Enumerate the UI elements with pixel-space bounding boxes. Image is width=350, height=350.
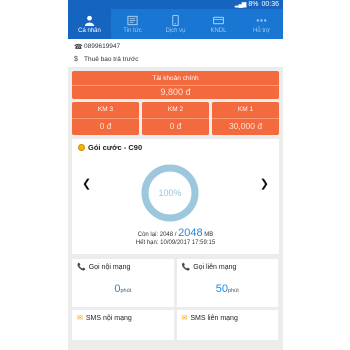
main-account-value: 9,800 đ xyxy=(72,85,279,99)
cell-title: SMS liên mạng xyxy=(190,314,238,322)
mail-icon: ✉ xyxy=(77,315,83,322)
clock: 00:36 xyxy=(261,1,279,8)
phone-handset-icon: ☎ xyxy=(74,43,83,51)
card-icon xyxy=(213,15,224,26)
tab-dich-vu[interactable]: Dịch vụ xyxy=(154,9,197,39)
tab-label: Dịch vụ xyxy=(165,27,186,34)
cell-title: Gọi nội mạng xyxy=(88,263,131,271)
main-account-label: Tài khoản chính xyxy=(152,75,199,82)
chevron-right-icon[interactable]: ❯ xyxy=(260,177,269,190)
km-value: 0 đ xyxy=(72,118,139,133)
account-info: ☎ 0899619947 $ Thuê bao trả trước xyxy=(68,39,283,67)
news-icon xyxy=(127,15,138,26)
tab-label: Cá nhân xyxy=(78,27,101,34)
battery-level: 8% xyxy=(248,1,259,8)
coin-icon xyxy=(78,144,85,151)
tab-label: Tin tức xyxy=(123,27,142,34)
cell-title: SMS nội mạng xyxy=(85,314,132,322)
data-plan-card: Gói cước - C90 ❮ ❯ 100% Còn lại: 2048 / … xyxy=(72,139,279,254)
km3-card[interactable]: KM 3 0 đ xyxy=(72,102,139,135)
call-onnet-card[interactable]: 📞 Gọi nội mạng 0phút xyxy=(72,259,174,307)
phone-call-icon: 📞 xyxy=(77,264,86,271)
more-icon xyxy=(256,15,267,26)
tab-kndl[interactable]: KNDL xyxy=(197,9,240,39)
remaining-total: 2048 xyxy=(178,227,203,239)
plan-title: Gói cước - C90 xyxy=(72,139,279,156)
sms-offnet-card[interactable]: ✉ SMS liên mạng xyxy=(176,310,278,340)
tab-label: KNDL xyxy=(210,27,227,34)
km-label: KM 3 xyxy=(97,106,114,113)
remaining-prefix: Còn lại: 2048 / xyxy=(137,232,177,238)
phone-icon xyxy=(170,14,181,26)
tab-tin-tuc[interactable]: Tin tức xyxy=(111,9,154,39)
km2-card[interactable]: KM 2 0 đ xyxy=(142,102,209,135)
call-offnet-card[interactable]: 📞 Gọi liên mạng 50phút xyxy=(176,259,279,307)
status-bar: ▂▄▆ 8% 00:36 xyxy=(68,0,283,9)
subscription-row: $ Thuê bao trả trước xyxy=(74,53,277,66)
top-nav: Cá nhân Tin tức Dịch vụ KNDL Hỗ trợ xyxy=(68,9,283,39)
cell-title: Gọi liên mạng xyxy=(193,263,237,271)
promo-accounts: KM 3 0 đ KM 2 0 đ KM 1 30,000 đ xyxy=(72,102,279,135)
app-screen: ▂▄▆ 8% 00:36 Cá nhân Tin tức Dịch vụ KND… xyxy=(68,0,283,350)
subscription-type: Thuê bao trả trước xyxy=(84,56,139,63)
mail-icon: ✉ xyxy=(181,315,188,322)
dollar-icon: $ xyxy=(74,56,78,63)
signal-icon: ▂▄▆ xyxy=(234,2,247,8)
tab-ca-nhan[interactable]: Cá nhân xyxy=(68,9,111,39)
main-account-card[interactable]: Tài khoản chính 9,800 đ xyxy=(72,71,279,99)
km-label: KM 2 xyxy=(167,106,184,113)
km1-card[interactable]: KM 1 30,000 đ xyxy=(212,102,279,135)
usage-grid: 📞 Gọi nội mạng 0phút 📞 Gọi liên mạng 50p… xyxy=(72,259,279,340)
usage-percent: 100% xyxy=(158,188,182,198)
tab-label: Hỗ trợ xyxy=(253,27,270,34)
value-unit: phút xyxy=(120,288,132,294)
phone-row: ☎ 0899619947 xyxy=(74,40,277,53)
km-label: KM 1 xyxy=(237,106,254,113)
phone-number: 0899619947 xyxy=(84,43,121,50)
remaining-unit: MB xyxy=(204,232,214,238)
cell-value: 0phút xyxy=(72,283,174,295)
expiry-date: Hết hạn: 10/09/2017 17:59:15 xyxy=(135,240,216,246)
value-number: 50 xyxy=(215,283,229,295)
km-value: 30,000 đ xyxy=(212,118,279,133)
plan-name: Gói cước - C90 xyxy=(88,143,143,152)
tab-ho-tro[interactable]: Hỗ trợ xyxy=(240,9,283,39)
cell-value: 50phút xyxy=(177,283,279,295)
chevron-left-icon[interactable]: ❮ xyxy=(82,177,91,190)
remaining-data: Còn lại: 2048 / 2048 MB xyxy=(72,227,279,239)
km-value: 0 đ xyxy=(142,118,209,133)
phone-call-icon: 📞 xyxy=(181,264,191,271)
person-icon xyxy=(84,15,95,26)
sms-onnet-card[interactable]: ✉ SMS nội mạng xyxy=(72,310,174,340)
value-unit: phút xyxy=(228,288,239,294)
